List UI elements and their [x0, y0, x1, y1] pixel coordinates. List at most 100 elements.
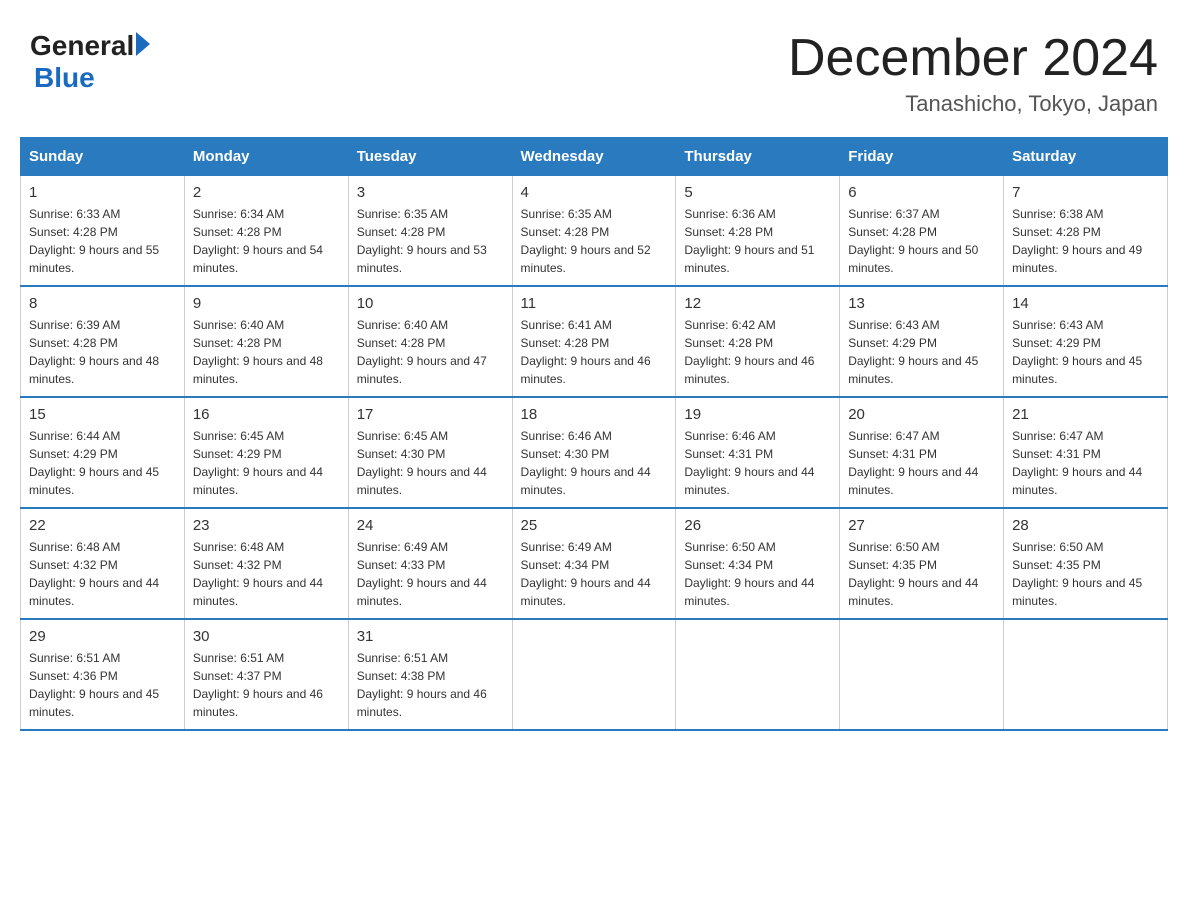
- col-header-sunday: Sunday: [21, 138, 185, 176]
- calendar-day-cell: 28 Sunrise: 6:50 AM Sunset: 4:35 PM Dayl…: [1004, 508, 1168, 619]
- day-number: 20: [848, 406, 995, 423]
- calendar-day-cell: 12 Sunrise: 6:42 AM Sunset: 4:28 PM Dayl…: [676, 286, 840, 397]
- day-info: Sunrise: 6:50 AM Sunset: 4:35 PM Dayligh…: [848, 538, 995, 610]
- logo-arrow-icon: [136, 32, 150, 56]
- day-info: Sunrise: 6:38 AM Sunset: 4:28 PM Dayligh…: [1012, 205, 1159, 277]
- day-info: Sunrise: 6:35 AM Sunset: 4:28 PM Dayligh…: [357, 205, 504, 277]
- day-number: 24: [357, 517, 504, 534]
- day-number: 25: [521, 517, 668, 534]
- calendar-day-cell: 26 Sunrise: 6:50 AM Sunset: 4:34 PM Dayl…: [676, 508, 840, 619]
- calendar-empty-cell: [840, 619, 1004, 730]
- calendar-empty-cell: [512, 619, 676, 730]
- day-info: Sunrise: 6:44 AM Sunset: 4:29 PM Dayligh…: [29, 427, 176, 499]
- day-number: 15: [29, 406, 176, 423]
- day-info: Sunrise: 6:50 AM Sunset: 4:35 PM Dayligh…: [1012, 538, 1159, 610]
- calendar-week-row: 1 Sunrise: 6:33 AM Sunset: 4:28 PM Dayli…: [21, 176, 1168, 287]
- day-info: Sunrise: 6:50 AM Sunset: 4:34 PM Dayligh…: [684, 538, 831, 610]
- calendar-day-cell: 15 Sunrise: 6:44 AM Sunset: 4:29 PM Dayl…: [21, 397, 185, 508]
- calendar-day-cell: 19 Sunrise: 6:46 AM Sunset: 4:31 PM Dayl…: [676, 397, 840, 508]
- day-info: Sunrise: 6:49 AM Sunset: 4:33 PM Dayligh…: [357, 538, 504, 610]
- calendar-week-row: 15 Sunrise: 6:44 AM Sunset: 4:29 PM Dayl…: [21, 397, 1168, 508]
- col-header-wednesday: Wednesday: [512, 138, 676, 176]
- day-info: Sunrise: 6:39 AM Sunset: 4:28 PM Dayligh…: [29, 316, 176, 388]
- calendar-day-cell: 21 Sunrise: 6:47 AM Sunset: 4:31 PM Dayl…: [1004, 397, 1168, 508]
- calendar-day-cell: 17 Sunrise: 6:45 AM Sunset: 4:30 PM Dayl…: [348, 397, 512, 508]
- day-info: Sunrise: 6:42 AM Sunset: 4:28 PM Dayligh…: [684, 316, 831, 388]
- day-number: 28: [1012, 517, 1159, 534]
- calendar-day-cell: 29 Sunrise: 6:51 AM Sunset: 4:36 PM Dayl…: [21, 619, 185, 730]
- day-number: 19: [684, 406, 831, 423]
- day-info: Sunrise: 6:51 AM Sunset: 4:37 PM Dayligh…: [193, 649, 340, 721]
- logo-general-text: General: [30, 30, 134, 62]
- day-info: Sunrise: 6:45 AM Sunset: 4:30 PM Dayligh…: [357, 427, 504, 499]
- calendar-day-cell: 3 Sunrise: 6:35 AM Sunset: 4:28 PM Dayli…: [348, 176, 512, 287]
- day-number: 26: [684, 517, 831, 534]
- day-info: Sunrise: 6:43 AM Sunset: 4:29 PM Dayligh…: [1012, 316, 1159, 388]
- calendar-day-cell: 27 Sunrise: 6:50 AM Sunset: 4:35 PM Dayl…: [840, 508, 1004, 619]
- calendar-day-cell: 9 Sunrise: 6:40 AM Sunset: 4:28 PM Dayli…: [184, 286, 348, 397]
- day-info: Sunrise: 6:49 AM Sunset: 4:34 PM Dayligh…: [521, 538, 668, 610]
- day-number: 2: [193, 184, 340, 201]
- day-number: 7: [1012, 184, 1159, 201]
- day-info: Sunrise: 6:43 AM Sunset: 4:29 PM Dayligh…: [848, 316, 995, 388]
- calendar-day-cell: 20 Sunrise: 6:47 AM Sunset: 4:31 PM Dayl…: [840, 397, 1004, 508]
- day-number: 12: [684, 295, 831, 312]
- calendar-week-row: 29 Sunrise: 6:51 AM Sunset: 4:36 PM Dayl…: [21, 619, 1168, 730]
- day-info: Sunrise: 6:35 AM Sunset: 4:28 PM Dayligh…: [521, 205, 668, 277]
- day-info: Sunrise: 6:46 AM Sunset: 4:30 PM Dayligh…: [521, 427, 668, 499]
- calendar-day-cell: 1 Sunrise: 6:33 AM Sunset: 4:28 PM Dayli…: [21, 176, 185, 287]
- day-number: 18: [521, 406, 668, 423]
- calendar-empty-cell: [1004, 619, 1168, 730]
- calendar-week-row: 8 Sunrise: 6:39 AM Sunset: 4:28 PM Dayli…: [21, 286, 1168, 397]
- day-number: 10: [357, 295, 504, 312]
- logo: General Blue: [30, 30, 150, 94]
- col-header-friday: Friday: [840, 138, 1004, 176]
- title-area: December 2024 Tanashicho, Tokyo, Japan: [788, 30, 1158, 117]
- calendar-day-cell: 4 Sunrise: 6:35 AM Sunset: 4:28 PM Dayli…: [512, 176, 676, 287]
- day-info: Sunrise: 6:47 AM Sunset: 4:31 PM Dayligh…: [848, 427, 995, 499]
- calendar-day-cell: 6 Sunrise: 6:37 AM Sunset: 4:28 PM Dayli…: [840, 176, 1004, 287]
- calendar-day-cell: 14 Sunrise: 6:43 AM Sunset: 4:29 PM Dayl…: [1004, 286, 1168, 397]
- calendar-day-cell: 31 Sunrise: 6:51 AM Sunset: 4:38 PM Dayl…: [348, 619, 512, 730]
- day-number: 30: [193, 628, 340, 645]
- day-info: Sunrise: 6:47 AM Sunset: 4:31 PM Dayligh…: [1012, 427, 1159, 499]
- calendar-empty-cell: [676, 619, 840, 730]
- day-number: 29: [29, 628, 176, 645]
- day-info: Sunrise: 6:45 AM Sunset: 4:29 PM Dayligh…: [193, 427, 340, 499]
- day-number: 4: [521, 184, 668, 201]
- calendar-day-cell: 23 Sunrise: 6:48 AM Sunset: 4:32 PM Dayl…: [184, 508, 348, 619]
- col-header-thursday: Thursday: [676, 138, 840, 176]
- calendar-day-cell: 2 Sunrise: 6:34 AM Sunset: 4:28 PM Dayli…: [184, 176, 348, 287]
- day-info: Sunrise: 6:33 AM Sunset: 4:28 PM Dayligh…: [29, 205, 176, 277]
- day-number: 21: [1012, 406, 1159, 423]
- day-info: Sunrise: 6:48 AM Sunset: 4:32 PM Dayligh…: [193, 538, 340, 610]
- day-info: Sunrise: 6:51 AM Sunset: 4:36 PM Dayligh…: [29, 649, 176, 721]
- day-info: Sunrise: 6:41 AM Sunset: 4:28 PM Dayligh…: [521, 316, 668, 388]
- calendar-day-cell: 7 Sunrise: 6:38 AM Sunset: 4:28 PM Dayli…: [1004, 176, 1168, 287]
- day-info: Sunrise: 6:48 AM Sunset: 4:32 PM Dayligh…: [29, 538, 176, 610]
- day-info: Sunrise: 6:34 AM Sunset: 4:28 PM Dayligh…: [193, 205, 340, 277]
- calendar-day-cell: 10 Sunrise: 6:40 AM Sunset: 4:28 PM Dayl…: [348, 286, 512, 397]
- calendar-week-row: 22 Sunrise: 6:48 AM Sunset: 4:32 PM Dayl…: [21, 508, 1168, 619]
- day-number: 3: [357, 184, 504, 201]
- calendar-day-cell: 8 Sunrise: 6:39 AM Sunset: 4:28 PM Dayli…: [21, 286, 185, 397]
- col-header-tuesday: Tuesday: [348, 138, 512, 176]
- location-title: Tanashicho, Tokyo, Japan: [788, 91, 1158, 117]
- day-number: 16: [193, 406, 340, 423]
- page-header: General Blue December 2024 Tanashicho, T…: [20, 20, 1168, 117]
- day-number: 9: [193, 295, 340, 312]
- day-number: 8: [29, 295, 176, 312]
- calendar-table: SundayMondayTuesdayWednesdayThursdayFrid…: [20, 137, 1168, 731]
- day-number: 11: [521, 295, 668, 312]
- day-number: 5: [684, 184, 831, 201]
- calendar-day-cell: 25 Sunrise: 6:49 AM Sunset: 4:34 PM Dayl…: [512, 508, 676, 619]
- calendar-day-cell: 18 Sunrise: 6:46 AM Sunset: 4:30 PM Dayl…: [512, 397, 676, 508]
- day-number: 17: [357, 406, 504, 423]
- day-number: 13: [848, 295, 995, 312]
- calendar-day-cell: 5 Sunrise: 6:36 AM Sunset: 4:28 PM Dayli…: [676, 176, 840, 287]
- calendar-day-cell: 11 Sunrise: 6:41 AM Sunset: 4:28 PM Dayl…: [512, 286, 676, 397]
- calendar-day-cell: 30 Sunrise: 6:51 AM Sunset: 4:37 PM Dayl…: [184, 619, 348, 730]
- day-number: 6: [848, 184, 995, 201]
- calendar-body: 1 Sunrise: 6:33 AM Sunset: 4:28 PM Dayli…: [21, 176, 1168, 731]
- day-info: Sunrise: 6:40 AM Sunset: 4:28 PM Dayligh…: [193, 316, 340, 388]
